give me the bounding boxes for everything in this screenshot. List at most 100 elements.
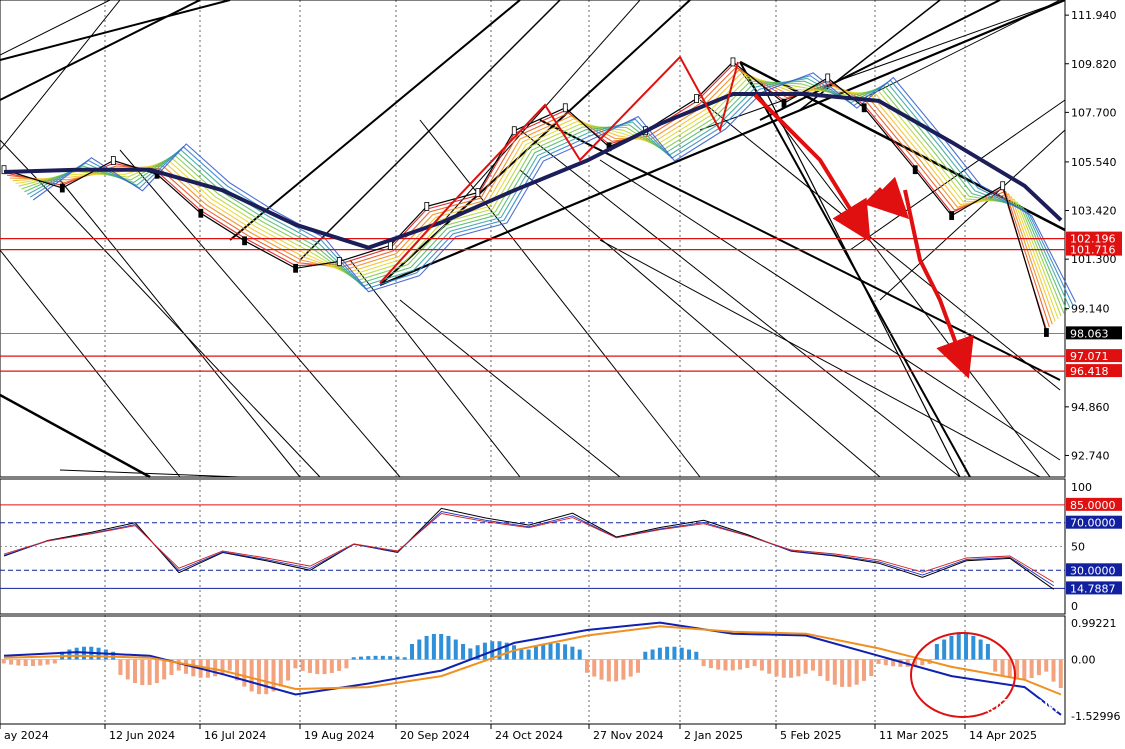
forex-chart: 111.940109.820107.700105.540103.420101.3…: [0, 0, 1122, 742]
macd-histogram-bar: [249, 659, 254, 692]
candle: [861, 103, 867, 113]
x-tick-label: 14 Apr 2025: [969, 729, 1037, 742]
x-tick-label: 12 Jun 2024: [109, 729, 175, 742]
macd-histogram-bar: [985, 644, 990, 660]
macd-histogram-bar: [162, 659, 167, 680]
macd-histogram-bar: [614, 659, 619, 682]
macd-histogram-bar: [461, 644, 466, 660]
y-tick-label: 111.940: [1071, 9, 1117, 22]
macd-histogram-bar: [242, 659, 247, 687]
rsi-level-badge-text: 30.0000: [1070, 564, 1116, 577]
macd-histogram-bar: [351, 657, 356, 660]
macd-histogram-bar: [439, 633, 444, 660]
macd-histogram-bar: [300, 659, 305, 671]
candle: [912, 165, 918, 175]
macd-histogram-bar: [555, 643, 560, 660]
candle: [730, 57, 736, 67]
macd-histogram-bar: [410, 644, 415, 660]
macd-histogram-bar: [759, 659, 764, 671]
macd-histogram-bar: [468, 648, 473, 660]
candle: [336, 257, 342, 266]
macd-histogram-bar: [322, 659, 327, 675]
candle: [511, 126, 517, 136]
x-tick-label: 5 Feb 2025: [780, 729, 841, 742]
macd-histogram-bar: [657, 647, 662, 660]
y-tick-label: 105.540: [1071, 156, 1117, 169]
macd-histogram-bar: [563, 644, 568, 660]
macd-histogram-bar: [402, 657, 407, 660]
macd-histogram-bar: [293, 659, 298, 669]
price-level-badge-text: 96.418: [1070, 365, 1109, 378]
macd-histogram-bar: [993, 659, 998, 672]
macd-histogram-bar: [315, 659, 320, 675]
macd-histogram-bar: [278, 659, 283, 687]
macd-tick-label: 0.00: [1071, 653, 1096, 666]
macd-histogram-bar: [606, 659, 611, 682]
macd-tick-label: 0.99221: [1071, 617, 1117, 630]
macd-histogram-bar: [745, 659, 750, 669]
macd-histogram-bar: [548, 643, 553, 660]
macd-histogram-bar: [366, 656, 371, 660]
macd-histogram-bar: [329, 659, 334, 673]
y-tick-label: 107.700: [1071, 106, 1117, 119]
macd-histogram-bar: [1036, 659, 1041, 676]
macd-histogram-bar: [1022, 659, 1027, 680]
macd-histogram-bar: [512, 645, 517, 660]
candle: [949, 211, 955, 220]
candle: [59, 183, 65, 193]
price-level-badge-text: 101.716: [1070, 244, 1116, 257]
x-axis: ay 2024 12 Jun 2024 16 Jul 2024 19 Aug 2024…: [0, 724, 1037, 742]
macd-histogram-bar: [971, 635, 976, 660]
macd-histogram-bar: [942, 639, 947, 660]
macd-histogram-bar: [883, 659, 888, 666]
x-tick-label: 11 Mar 2025: [879, 729, 949, 742]
macd-histogram-bar: [949, 635, 954, 660]
macd-histogram-bar: [810, 659, 815, 671]
watermark: @TMGM: [985, 696, 1059, 717]
macd-histogram-bar: [184, 659, 189, 674]
macd-histogram-bar: [832, 659, 837, 685]
macd-histogram-bar: [854, 659, 859, 685]
macd-histogram-bar: [1044, 659, 1049, 672]
macd-histogram-bar: [133, 659, 138, 684]
candle: [1000, 181, 1006, 191]
macd-histogram-bar: [337, 659, 342, 671]
y-axis: 111.940109.820107.700105.540103.420101.3…: [1065, 9, 1122, 723]
candle: [475, 188, 481, 198]
candle: [781, 98, 787, 108]
y-tick-label: 92.740: [1071, 449, 1110, 462]
x-tick-label: 20 Sep 2024: [400, 729, 470, 742]
macd-histogram-bar: [876, 659, 881, 664]
macd-histogram-bar: [227, 659, 232, 671]
price-level-badge-text: 98.063: [1070, 327, 1109, 340]
macd-panel: [0, 615, 1066, 725]
macd-histogram-bar: [1029, 659, 1034, 678]
macd-histogram-bar: [74, 647, 79, 660]
macd-histogram-bar: [256, 659, 261, 695]
macd-histogram-bar: [380, 655, 385, 660]
macd-histogram-bar: [453, 639, 458, 660]
macd-histogram-bar: [541, 644, 546, 660]
macd-histogram-bar: [118, 659, 123, 675]
macd-histogram-bar: [431, 633, 436, 660]
macd-histogram-bar: [825, 659, 830, 681]
candle: [694, 94, 699, 104]
candle: [562, 103, 568, 113]
macd-histogram-bar: [1051, 659, 1056, 682]
macd-histogram-bar: [701, 659, 706, 667]
macd-histogram-bar: [1000, 659, 1005, 676]
macd-histogram-bar: [796, 659, 801, 677]
rsi-tick-label: 0: [1071, 600, 1078, 613]
x-tick-label: 24 Oct 2024: [495, 729, 563, 742]
price-level-badge-text: 97.071: [1070, 350, 1109, 363]
macd-histogram-bar: [526, 649, 531, 660]
candle: [825, 73, 831, 83]
macd-histogram-bar: [716, 659, 721, 670]
macd-histogram-bar: [621, 659, 626, 680]
macd-histogram-bar: [286, 659, 291, 681]
macd-histogram-bar: [417, 639, 422, 660]
candle: [293, 263, 298, 273]
candle: [424, 201, 430, 211]
macd-histogram-bar: [38, 659, 43, 666]
rsi-tick-label: 50: [1071, 541, 1085, 554]
